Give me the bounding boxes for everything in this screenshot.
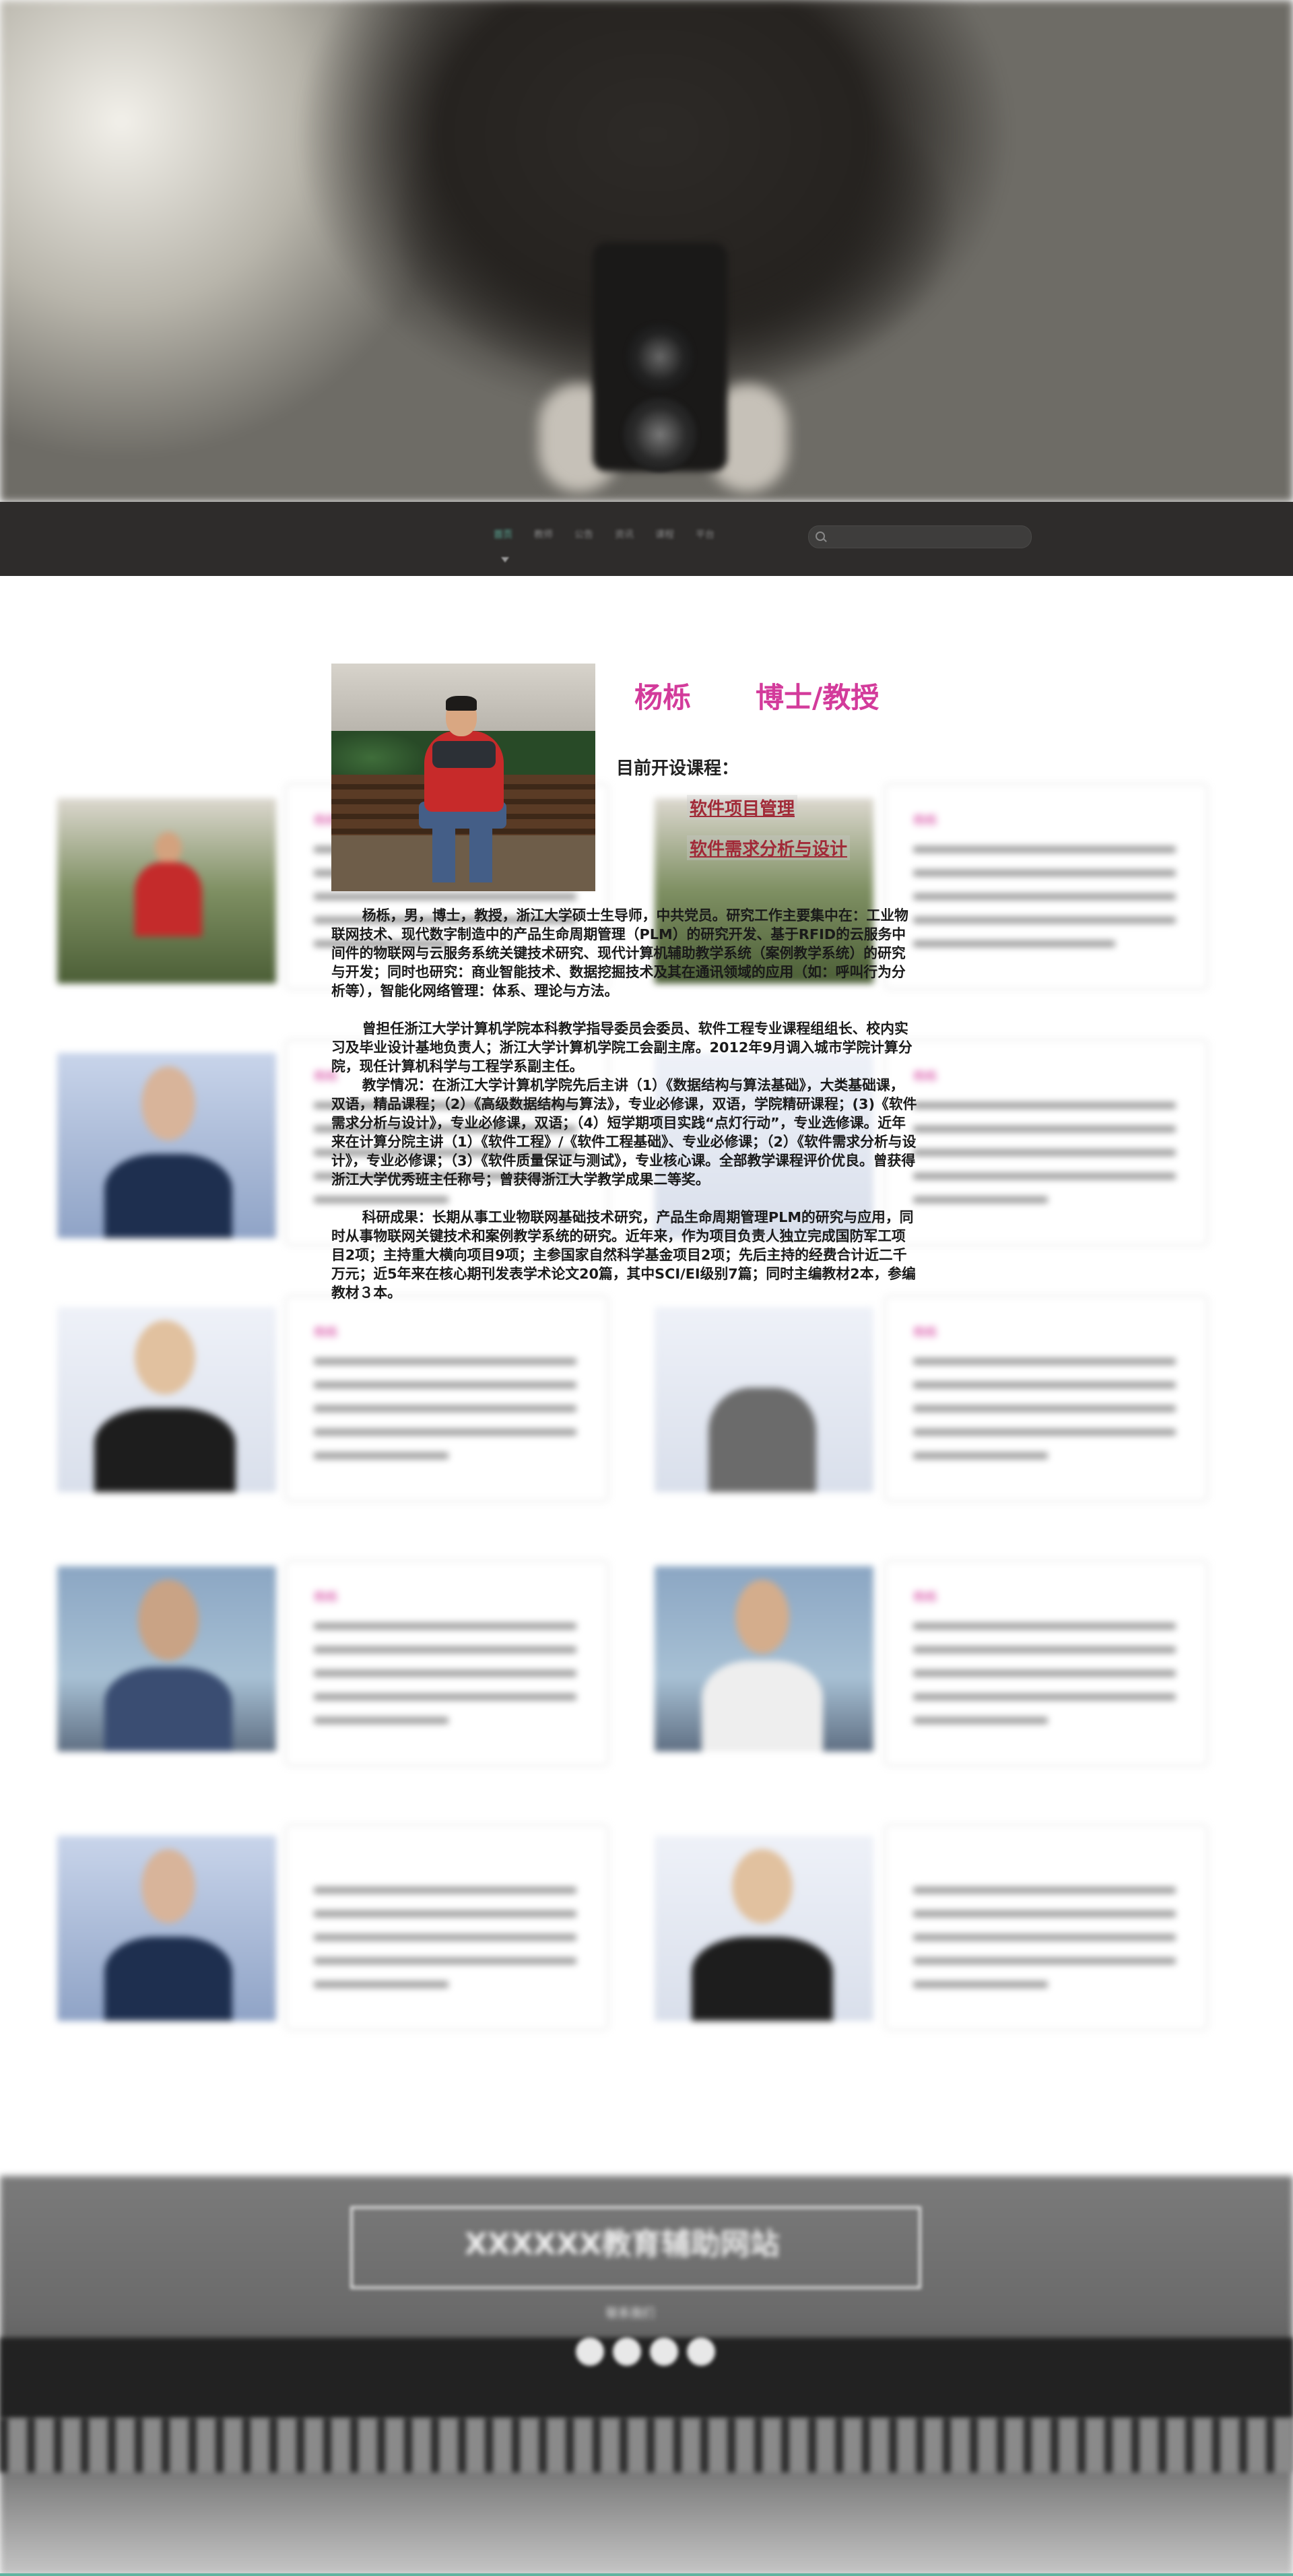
teacher-photo[interactable] xyxy=(655,1307,873,1492)
social-facebook-icon[interactable] xyxy=(613,2338,641,2366)
teacher-card[interactable] xyxy=(886,1826,1207,2029)
teacher-card[interactable]: 杨栎 xyxy=(286,1561,607,1765)
footer-contact-link[interactable]: 联系我们 xyxy=(606,2304,655,2321)
bio-research: 杨栎，男，博士，教授，浙江大学硕士生导师，中共党员。研究工作主要集中在：工业物联… xyxy=(331,907,908,999)
teacher-photo[interactable] xyxy=(57,798,276,984)
profile-bio: 杨栎，男，博士，教授，浙江大学硕士生导师，中共党员。研究工作主要集中在：工业物联… xyxy=(331,906,917,1302)
teacher-card[interactable]: 杨栎 xyxy=(286,1297,607,1500)
teacher-card[interactable]: 杨栎 xyxy=(886,1297,1207,1500)
teacher-photo[interactable] xyxy=(57,1053,276,1238)
teacher-photo[interactable] xyxy=(57,1307,276,1492)
bio-achievements: 科研成果：长期从事工业物联网基础技术研究，产品生命周期管理PLM的研究与应用，同… xyxy=(331,1209,916,1301)
profile-photo xyxy=(331,664,595,891)
footer-logo-text: XXXXXX教育辅助网站 xyxy=(465,2227,780,2261)
teacher-photo[interactable] xyxy=(655,1566,873,1751)
footer-pier-posts xyxy=(0,2418,1293,2472)
course-link-software-requirements[interactable]: 软件需求分析与设计 xyxy=(687,835,851,860)
footer-pier-image xyxy=(0,2338,1293,2418)
profile-name: 杨栎 xyxy=(634,681,692,714)
social-weibo-icon[interactable] xyxy=(576,2338,604,2366)
teacher-photo[interactable] xyxy=(57,1566,276,1751)
profile-title: 博士/教授 xyxy=(756,681,880,714)
bio-teaching: 教学情况：在浙江大学计算机学院先后主讲（1）《数据结构与算法基础》，大类基础课，… xyxy=(331,1077,917,1188)
teacher-card[interactable]: 杨栎 xyxy=(886,1561,1207,1765)
teacher-photo[interactable] xyxy=(57,1836,276,2021)
social-twitter-icon[interactable] xyxy=(687,2338,715,2366)
courses-heading: 目前开设课程： xyxy=(616,759,739,779)
teacher-card[interactable] xyxy=(286,1826,607,2029)
social-email-icon[interactable] xyxy=(650,2338,678,2366)
footer-bottom-line xyxy=(0,2573,1293,2576)
teacher-card[interactable]: 杨栎 xyxy=(886,1041,1207,1244)
bio-positions: 曾担任浙江大学计算机学院本科教学指导委员会委员、软件工程专业课程组组长、校内实习… xyxy=(331,1021,913,1074)
course-link-software-project-management[interactable]: 软件项目管理 xyxy=(687,795,798,820)
teacher-photo[interactable] xyxy=(655,1836,873,2021)
teacher-card[interactable]: 杨栎 xyxy=(886,785,1207,988)
